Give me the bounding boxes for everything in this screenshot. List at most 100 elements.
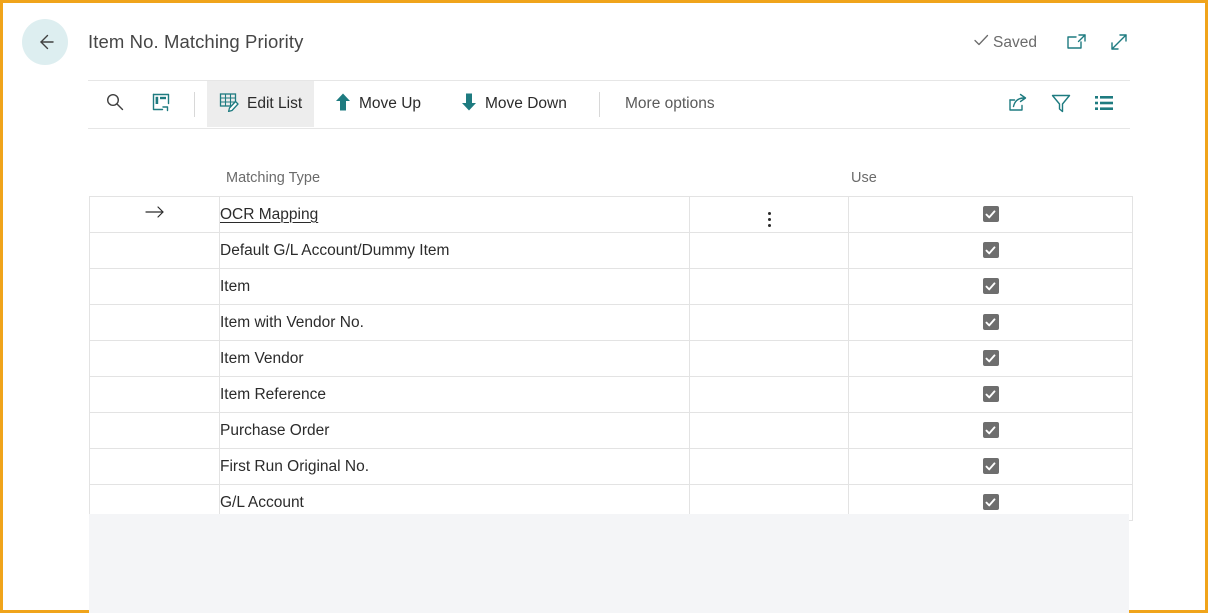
cell-matching-type[interactable]: Purchase Order (220, 413, 690, 449)
row-indicator-cell (90, 377, 220, 413)
row-indicator-cell (90, 305, 220, 341)
cell-matching-type[interactable]: Item Vendor (220, 341, 690, 377)
cell-use[interactable] (849, 197, 1133, 233)
cell-use[interactable] (849, 269, 1133, 305)
edit-list-button[interactable]: Edit List (207, 81, 314, 127)
table-row[interactable]: Item (90, 269, 1133, 305)
row-indicator-cell (90, 341, 220, 377)
command-bar: Edit List Move Up Move Down More options (88, 80, 1130, 129)
checkbox-checked-icon[interactable] (983, 242, 999, 258)
search-icon (104, 91, 126, 118)
command-separator-2 (599, 92, 600, 117)
cell-row-menu[interactable] (690, 269, 849, 305)
new-card-icon (150, 91, 172, 118)
cell-row-menu[interactable] (690, 413, 849, 449)
cell-row-menu[interactable] (690, 341, 849, 377)
save-status: Saved (972, 31, 1037, 54)
cell-matching-type[interactable]: OCR Mapping (220, 197, 690, 233)
table-row[interactable]: Item Vendor (90, 341, 1133, 377)
open-in-new-window-button[interactable] (1064, 30, 1090, 54)
expand-button[interactable] (1107, 30, 1133, 54)
more-options-button[interactable]: More options (613, 81, 727, 127)
search-button[interactable] (94, 81, 136, 127)
content-footer-panel (89, 514, 1129, 613)
checkbox-checked-icon[interactable] (983, 206, 999, 222)
matching-type-label: Item with Vendor No. (220, 314, 364, 331)
open-in-card-button[interactable] (140, 81, 182, 127)
row-indicator-cell (90, 269, 220, 305)
move-up-label: Move Up (359, 95, 421, 113)
command-separator (194, 92, 195, 117)
checkmark-icon (972, 31, 990, 54)
row-indicator-cell (90, 413, 220, 449)
list-table-region: Matching Type Use OCR Mapping Default G/L… (89, 163, 1130, 521)
matching-type-label: Item (220, 278, 250, 295)
arrow-up-icon (334, 92, 352, 117)
page-title: Item No. Matching Priority (88, 31, 303, 53)
move-up-button[interactable]: Move Up (322, 81, 433, 127)
open-in-new-window-icon (1064, 41, 1090, 58)
checkbox-checked-icon[interactable] (983, 314, 999, 330)
filter-button[interactable] (1049, 91, 1075, 117)
cell-matching-type[interactable]: Item (220, 269, 690, 305)
vertical-ellipsis-icon[interactable] (768, 212, 771, 227)
matching-type-label: G/L Account (220, 494, 304, 511)
filter-funnel-icon (1049, 102, 1073, 119)
row-indicator-cell (90, 197, 220, 233)
window-title-bar: Item No. Matching Priority Saved (3, 3, 1205, 71)
row-indicator-cell (90, 449, 220, 485)
list-lines-icon (1092, 102, 1116, 119)
checkbox-checked-icon[interactable] (983, 422, 999, 438)
cell-matching-type[interactable]: First Run Original No. (220, 449, 690, 485)
cell-use[interactable] (849, 413, 1133, 449)
checkbox-checked-icon[interactable] (983, 350, 999, 366)
arrow-down-icon (460, 92, 478, 117)
cell-matching-type[interactable]: Default G/L Account/Dummy Item (220, 233, 690, 269)
table-row[interactable]: Item with Vendor No. (90, 305, 1133, 341)
matching-type-label: First Run Original No. (220, 458, 369, 475)
edit-list-icon (219, 91, 240, 117)
matching-type-link[interactable]: OCR Mapping (220, 206, 318, 223)
table-row[interactable]: First Run Original No. (90, 449, 1133, 485)
priority-table: OCR Mapping Default G/L Account/Dummy Ite… (89, 196, 1133, 521)
checkbox-checked-icon[interactable] (983, 494, 999, 510)
right-arrow-icon (144, 204, 166, 220)
column-header-row: Matching Type Use (89, 163, 1130, 196)
checkbox-checked-icon[interactable] (983, 458, 999, 474)
checkbox-checked-icon[interactable] (983, 278, 999, 294)
cell-use[interactable] (849, 341, 1133, 377)
table-row[interactable]: Item Reference (90, 377, 1133, 413)
column-header-use[interactable]: Use (851, 170, 877, 186)
matching-type-label: Item Vendor (220, 350, 304, 367)
move-down-label: Move Down (485, 95, 567, 113)
cell-row-menu[interactable] (690, 377, 849, 413)
share-button[interactable] (1006, 91, 1032, 117)
more-options-label: More options (625, 95, 715, 113)
save-status-label: Saved (993, 34, 1037, 52)
cell-row-menu[interactable] (690, 305, 849, 341)
matching-type-label: Default G/L Account/Dummy Item (220, 242, 449, 259)
move-down-button[interactable]: Move Down (448, 81, 579, 127)
table-row[interactable]: Default G/L Account/Dummy Item (90, 233, 1133, 269)
expand-diagonal-icon (1107, 41, 1133, 58)
cell-use[interactable] (849, 305, 1133, 341)
cell-row-menu[interactable] (690, 197, 849, 233)
cell-use[interactable] (849, 377, 1133, 413)
share-icon (1006, 102, 1030, 119)
list-options-button[interactable] (1092, 91, 1118, 117)
cell-row-menu[interactable] (690, 449, 849, 485)
cell-matching-type[interactable]: Item Reference (220, 377, 690, 413)
cell-use[interactable] (849, 449, 1133, 485)
cell-matching-type[interactable]: Item with Vendor No. (220, 305, 690, 341)
cell-use[interactable] (849, 233, 1133, 269)
table-row[interactable]: Purchase Order (90, 413, 1133, 449)
edit-list-label: Edit List (247, 95, 302, 113)
column-header-matching-type[interactable]: Matching Type (226, 170, 320, 186)
row-indicator-cell (90, 233, 220, 269)
matching-type-label: Item Reference (220, 386, 326, 403)
cell-row-menu[interactable] (690, 233, 849, 269)
back-button[interactable] (22, 19, 68, 65)
table-row[interactable]: OCR Mapping (90, 197, 1133, 233)
application-window: Item No. Matching Priority Saved (0, 0, 1208, 613)
checkbox-checked-icon[interactable] (983, 386, 999, 402)
